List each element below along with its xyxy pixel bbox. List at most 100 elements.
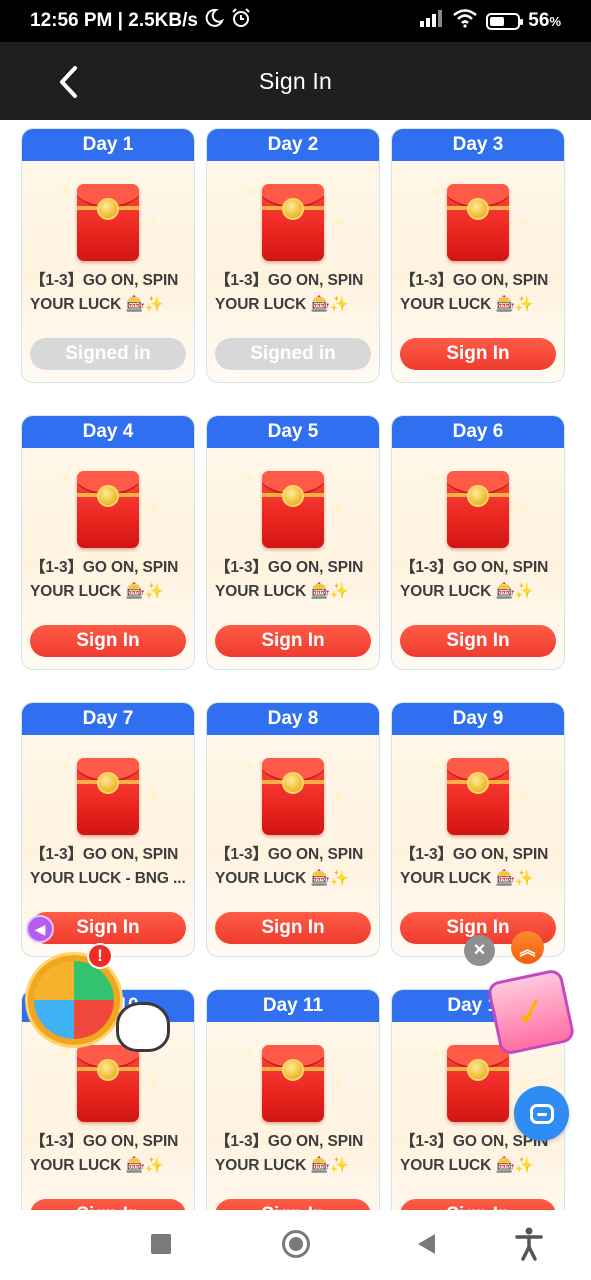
sign-in-button[interactable]: Sign In <box>400 1199 556 1210</box>
battery-level: 56% <box>528 10 561 32</box>
red-envelope-icon <box>262 758 324 835</box>
red-envelope-icon <box>77 1045 139 1122</box>
day-label: Day 2 <box>207 129 379 161</box>
reward-description: 【1-3】GO ON, SPIN YOUR LUCK 🎰✨ <box>215 843 373 891</box>
sparkle-icon <box>333 1078 343 1088</box>
sparkle-icon <box>430 187 440 197</box>
reward-line-1: 【1-3】GO ON, SPIN <box>30 559 179 576</box>
reward-line-1: 【1-3】GO ON, SPIN <box>215 846 364 863</box>
coin-icon <box>282 772 304 794</box>
sign-in-button[interactable]: Sign In <box>215 1199 371 1210</box>
reward-line-1: 【1-3】GO ON, SPIN <box>400 559 549 576</box>
reward-line-1: 【1-3】GO ON, SPIN <box>215 272 364 289</box>
reward-line-1: 【1-3】GO ON, SPIN <box>30 272 179 289</box>
red-envelope-icon <box>262 1045 324 1122</box>
home-button[interactable] <box>282 1230 310 1258</box>
reward-line-2: YOUR LUCK 🎰✨ <box>400 870 534 887</box>
coin-icon <box>97 1059 119 1081</box>
day-label: Day 4 <box>22 416 194 448</box>
sign-in-button[interactable]: Sign In <box>400 625 556 657</box>
sparkle-icon <box>148 791 158 801</box>
red-envelope-icon <box>77 758 139 835</box>
reward-description: 【1-3】GO ON, SPIN YOUR LUCK 🎰✨ <box>400 269 558 317</box>
reward-line-1: 【1-3】GO ON, SPIN <box>30 1133 179 1150</box>
reward-line-2: YOUR LUCK 🎰✨ <box>215 1157 349 1174</box>
scroll-top-button[interactable]: ︽ <box>511 931 544 964</box>
sparkle-icon <box>430 761 440 771</box>
sparkle-icon <box>518 504 528 514</box>
lucky-wheel-widget[interactable] <box>28 955 120 1045</box>
reward-description: 【1-3】GO ON, SPIN YOUR LUCK 🎰✨ <box>400 843 558 891</box>
reward-description: 【1-3】GO ON, SPIN YOUR LUCK 🎰✨ <box>215 1130 373 1178</box>
coin-icon <box>282 1059 304 1081</box>
day-label: Day 5 <box>207 416 379 448</box>
system-nav-bar <box>0 1210 591 1280</box>
sparkle-icon <box>518 791 528 801</box>
reward-line-2: YOUR LUCK 🎰✨ <box>30 296 164 313</box>
recents-button[interactable] <box>151 1234 171 1254</box>
chevron-left-icon <box>60 66 77 98</box>
day-label: Day 11 <box>207 990 379 1022</box>
moon-icon <box>204 8 224 34</box>
reward-line-2: YOUR LUCK 🎰✨ <box>215 870 349 887</box>
accessibility-icon[interactable] <box>515 1227 543 1261</box>
sparkle-icon <box>333 504 343 514</box>
sparkle-icon <box>60 474 70 484</box>
day-label: Day 8 <box>207 703 379 735</box>
coin-icon <box>97 485 119 507</box>
sparkle-icon <box>148 1078 158 1088</box>
red-envelope-icon <box>447 184 509 261</box>
status-bar: 12:56 PM | 2.5KB/s 56% <box>0 0 591 42</box>
sparkle-icon <box>245 1048 255 1058</box>
double-chevron-up-icon: ︽ <box>519 941 536 959</box>
reward-line-2: YOUR LUCK 🎰✨ <box>215 296 349 313</box>
chat-icon <box>529 1103 554 1124</box>
red-envelope-icon <box>262 471 324 548</box>
day-card: Day 3 【1-3】GO ON, SPIN YOUR LUCK 🎰✨ Sign… <box>391 128 565 383</box>
day-card: Day 4 【1-3】GO ON, SPIN YOUR LUCK 🎰✨ Sign… <box>21 415 195 670</box>
signed-in-button[interactable]: Signed in <box>215 338 371 370</box>
battery-percent: 56 <box>528 10 550 31</box>
sparkle-icon <box>245 761 255 771</box>
chat-support-button[interactable] <box>514 1086 569 1141</box>
sparkle-icon <box>148 504 158 514</box>
reward-line-2: YOUR LUCK 🎰✨ <box>30 1157 164 1174</box>
coin-icon <box>282 198 304 220</box>
signal-icon <box>420 9 444 33</box>
back-nav-button[interactable] <box>418 1234 435 1254</box>
status-time-speed: 12:56 PM | 2.5KB/s <box>30 10 198 31</box>
sparkle-icon <box>518 217 528 227</box>
sparkle-icon <box>60 187 70 197</box>
day-card: Day 6 【1-3】GO ON, SPIN YOUR LUCK 🎰✨ Sign… <box>391 415 565 670</box>
pointing-hand-icon <box>116 1002 170 1052</box>
day-card: Day 2 【1-3】GO ON, SPIN YOUR LUCK 🎰✨ Sign… <box>206 128 380 383</box>
reward-line-2: YOUR LUCK 🎰✨ <box>215 583 349 600</box>
day-label: Day 3 <box>392 129 564 161</box>
purple-arrow-button[interactable]: ◀ <box>26 915 54 943</box>
red-envelope-icon <box>77 184 139 261</box>
alarm-icon <box>230 7 252 35</box>
reward-description: 【1-3】GO ON, SPIN YOUR LUCK 🎰✨ <box>400 556 558 604</box>
checkin-gift-widget[interactable]: ✓ <box>486 967 576 1057</box>
coin-icon <box>97 198 119 220</box>
reward-line-1: 【1-3】GO ON, SPIN <box>400 272 549 289</box>
day-label: Day 7 <box>22 703 194 735</box>
back-button[interactable] <box>48 62 88 102</box>
reward-line-1: 【1-3】GO ON, SPIN <box>400 846 549 863</box>
sparkle-icon <box>430 474 440 484</box>
reward-line-1: 【1-3】GO ON, SPIN <box>215 559 364 576</box>
signed-in-button[interactable]: Signed in <box>30 338 186 370</box>
sign-in-button[interactable]: Sign In <box>215 912 371 944</box>
app-header: Sign In <box>0 42 591 120</box>
sign-in-button[interactable]: Sign In <box>215 625 371 657</box>
red-envelope-icon <box>447 1045 509 1122</box>
reward-line-2: YOUR LUCK 🎰✨ <box>30 583 164 600</box>
status-left: 12:56 PM | 2.5KB/s <box>30 7 252 35</box>
close-widget-button[interactable]: × <box>464 935 495 966</box>
day-label: Day 6 <box>392 416 564 448</box>
sign-in-button[interactable]: Sign In <box>400 338 556 370</box>
sign-in-button[interactable]: Sign In <box>30 625 186 657</box>
reward-description: 【1-3】GO ON, SPIN YOUR LUCK 🎰✨ <box>215 269 373 317</box>
sparkle-icon <box>430 1048 440 1058</box>
sign-in-button[interactable]: Sign In <box>30 1199 186 1210</box>
